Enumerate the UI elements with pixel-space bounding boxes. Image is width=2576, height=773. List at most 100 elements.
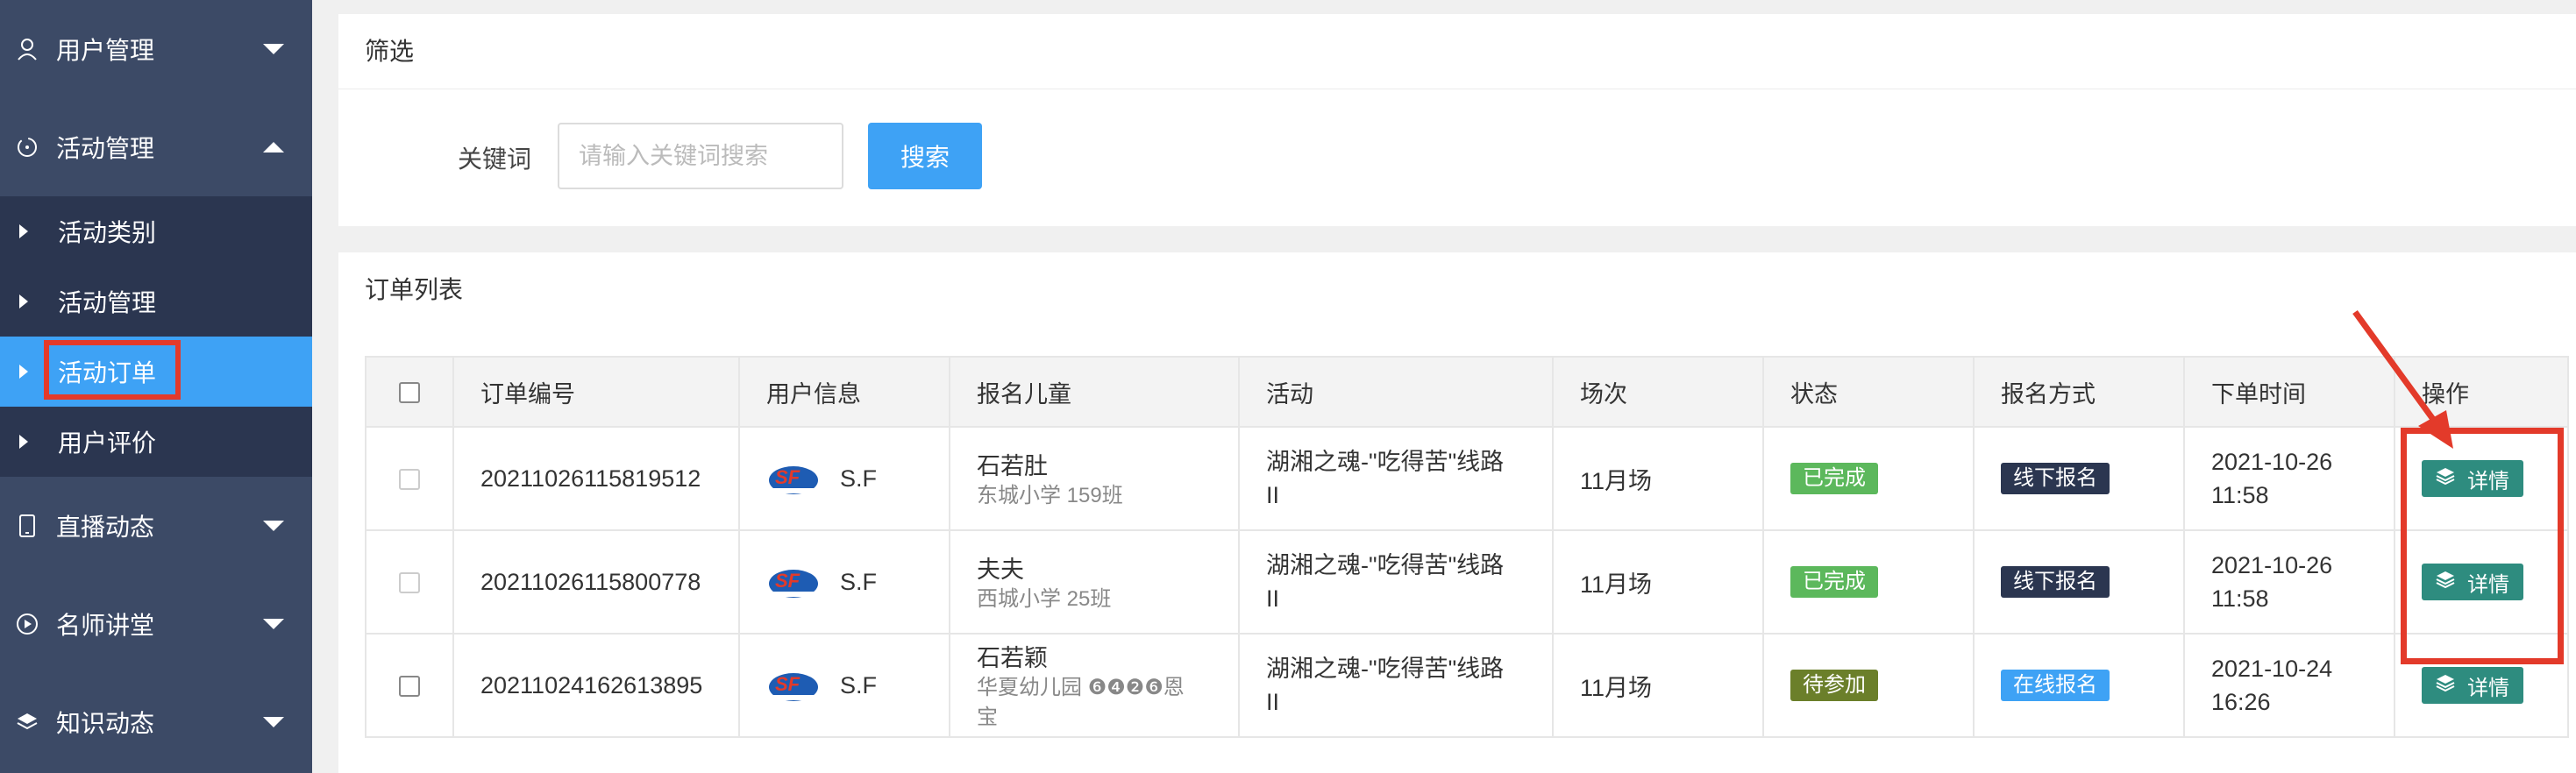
- filter-title: 筛选: [338, 14, 2576, 89]
- sidebar-item-activity-orders[interactable]: 活动订单: [0, 337, 312, 407]
- method-badge: 在线报名: [2001, 670, 2110, 701]
- method-badge: 线下报名: [2001, 463, 2110, 494]
- child-school: 西城小学 25班: [977, 586, 1112, 611]
- child-name: 石若颖: [977, 644, 1048, 671]
- activity-cell: 湖湘之魂-"吃得苦"线路 II: [1238, 426, 1554, 531]
- column-header: 报名儿童: [949, 356, 1240, 428]
- order-time: 11:58: [2211, 482, 2269, 508]
- svg-text:SF: SF: [775, 466, 801, 488]
- order-date: 2021-10-26: [2211, 552, 2333, 578]
- layers-icon: [2436, 673, 2455, 698]
- orders-table-wrap: 订单编号 用户信息 报名儿童 活动 场次 状态 报名方式 下单时间 操作 202…: [365, 356, 2569, 738]
- caret-down-icon: [263, 44, 284, 54]
- keyword-label: 关键词: [458, 145, 532, 173]
- child-school-cont: 宝: [977, 705, 998, 729]
- play-circle-icon: [16, 613, 39, 635]
- sidebar-group-teacher-lecture[interactable]: 名师讲堂: [0, 575, 312, 673]
- status-cell: 待参加: [1762, 633, 1975, 738]
- activity-name: 湖湘之魂-"吃得苦"线路: [1266, 449, 1505, 475]
- sf-logo-icon: SF: [766, 563, 821, 601]
- activity-name-cont: II: [1266, 689, 1280, 715]
- session: 11月场: [1552, 529, 1764, 635]
- user-info-cell: SF S.F: [738, 633, 950, 738]
- child-name: 石若肚: [977, 452, 1048, 479]
- caret-up-icon: [263, 142, 284, 152]
- child-name: 夫夫: [977, 556, 1024, 583]
- order-date: 2021-10-26: [2211, 449, 2333, 475]
- row-select-cell: [365, 529, 454, 635]
- column-header: 场次: [1552, 356, 1764, 428]
- sidebar-item-user-reviews[interactable]: 用户评价: [0, 407, 312, 477]
- method-cell: 线下报名: [1973, 426, 2185, 531]
- column-header: 报名方式: [1973, 356, 2185, 428]
- row-select-cell[interactable]: [365, 633, 454, 738]
- sidebar-group-label: 用户管理: [56, 37, 155, 64]
- detail-button-label: 详情: [2467, 676, 2509, 700]
- activity-cell: 湖湘之魂-"吃得苦"线路 II: [1238, 633, 1554, 738]
- row-select-cell: [365, 426, 454, 531]
- user-info-cell: SF S.F: [738, 529, 950, 635]
- table-row: 20211026115800778 SF S.F 夫夫 西城小学 25班 湖湘之…: [365, 529, 2569, 635]
- order-time-cell: 2021-10-26 11:58: [2183, 426, 2395, 531]
- sidebar-item-label: 活动管理: [58, 289, 157, 316]
- keyword-search-input[interactable]: [558, 123, 843, 189]
- annotation-highlight-box: [2401, 428, 2564, 664]
- activity-icon: [16, 136, 39, 159]
- activity-name: 湖湘之魂-"吃得苦"线路: [1266, 656, 1505, 682]
- caret-down-icon: [263, 619, 284, 629]
- table-row: 20211026115819512 SF S.F 石若肚 东城小学 159班 湖…: [365, 426, 2569, 531]
- search-button[interactable]: 搜索: [868, 123, 982, 189]
- sidebar-submenu: 活动类别 活动管理 活动订单 用户评价: [0, 196, 312, 477]
- sidebar-item-activity-management[interactable]: 活动管理: [0, 266, 312, 337]
- user-info-cell: SF S.F: [738, 426, 950, 531]
- column-header: 状态: [1762, 356, 1975, 428]
- sidebar-group-label: 名师讲堂: [56, 612, 155, 639]
- layers-icon: [16, 711, 39, 734]
- sidebar-group-label: 直播动态: [56, 514, 155, 541]
- orders-panel: 订单列表 订单编号 用户信息 报名儿童 活动 场次 状态 报名方式 下单时间 操…: [338, 252, 2576, 773]
- triangle-right-icon: [19, 435, 28, 449]
- order-number: 20211026115819512: [452, 426, 740, 531]
- sidebar-group-user-management[interactable]: 用户管理: [0, 0, 312, 98]
- select-all-checkbox[interactable]: [399, 382, 420, 404]
- table-header-row: 订单编号 用户信息 报名儿童 活动 场次 状态 报名方式 下单时间 操作: [365, 356, 2569, 428]
- activity-name-cont: II: [1266, 482, 1280, 508]
- sidebar-item-activity-category[interactable]: 活动类别: [0, 196, 312, 266]
- caret-down-icon: [263, 717, 284, 727]
- user-name: S.F: [840, 465, 878, 492]
- orders-table: 订单编号 用户信息 报名儿童 活动 场次 状态 报名方式 下单时间 操作 202…: [365, 356, 2569, 738]
- triangle-right-icon: [19, 365, 28, 379]
- triangle-right-icon: [19, 224, 28, 238]
- method-badge: 线下报名: [2001, 566, 2110, 598]
- triangle-right-icon: [19, 294, 28, 308]
- row-checkbox-disabled: [399, 469, 420, 491]
- sidebar-group-activity-management[interactable]: 活动管理: [0, 98, 312, 196]
- child-cell: 石若颖 华夏幼儿园 ❻❹❷❻恩 宝: [949, 633, 1240, 738]
- order-date: 2021-10-24: [2211, 656, 2333, 682]
- table-row: 20211024162613895 SF S.F 石若颖 华夏幼儿园 ❻❹❷❻恩…: [365, 633, 2569, 738]
- phone-icon: [16, 514, 39, 537]
- sidebar: 用户管理 活动管理 活动类别 活动管理 活动订单 用户评价 直播动态 名师讲堂 …: [0, 0, 312, 773]
- column-header: 订单编号: [452, 356, 740, 428]
- sf-logo-icon: SF: [766, 666, 821, 705]
- filter-panel: 筛选 关键词 搜索: [338, 14, 2576, 226]
- method-cell: 线下报名: [1973, 529, 2185, 635]
- detail-button[interactable]: 详情: [2422, 667, 2523, 704]
- svg-text:SF: SF: [775, 673, 801, 695]
- user-icon: [16, 38, 39, 60]
- sidebar-group-live-news[interactable]: 直播动态: [0, 477, 312, 575]
- session: 11月场: [1552, 633, 1764, 738]
- order-time-cell: 2021-10-24 16:26: [2183, 633, 2395, 738]
- sidebar-group-knowledge-news[interactable]: 知识动态: [0, 673, 312, 771]
- session: 11月场: [1552, 426, 1764, 531]
- child-cell: 夫夫 西城小学 25班: [949, 529, 1240, 635]
- activity-cell: 湖湘之魂-"吃得苦"线路 II: [1238, 529, 1554, 635]
- row-checkbox-disabled: [399, 572, 420, 594]
- method-cell: 在线报名: [1973, 633, 2185, 738]
- sidebar-group-label: 活动管理: [56, 135, 155, 162]
- status-cell: 已完成: [1762, 426, 1975, 531]
- row-checkbox[interactable]: [399, 676, 420, 698]
- select-all-cell[interactable]: [365, 356, 454, 428]
- sidebar-group-label: 知识动态: [56, 710, 155, 737]
- svg-text:SF: SF: [775, 570, 801, 592]
